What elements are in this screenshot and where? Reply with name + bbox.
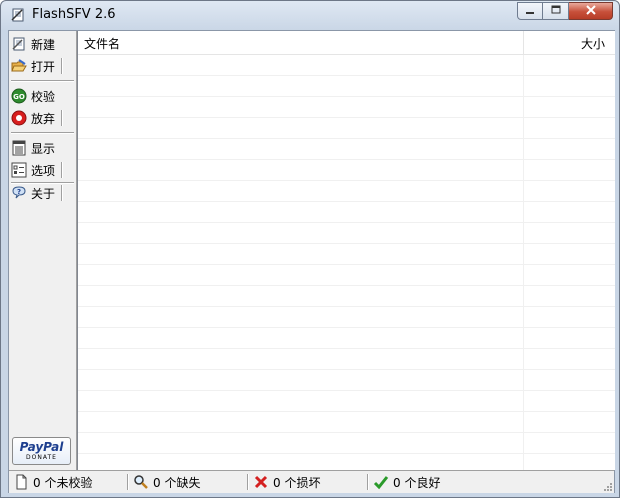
toolbar-vertical-separator bbox=[61, 185, 62, 201]
toolbar-open-button[interactable]: 打开 bbox=[11, 56, 55, 76]
options-icon bbox=[11, 162, 27, 178]
row-gridline bbox=[78, 369, 615, 370]
status-separator bbox=[127, 474, 128, 490]
toolbar-options-button[interactable]: 选项 bbox=[11, 160, 55, 180]
green-check-icon bbox=[373, 474, 389, 490]
row-gridline bbox=[78, 180, 615, 181]
status-good-text: 0 个良好 bbox=[393, 475, 441, 490]
title-bar[interactable]: FlashSFV 2.6 bbox=[1, 1, 619, 29]
toolbar-abort-label: 放弃 bbox=[31, 111, 56, 126]
maximize-icon bbox=[551, 4, 561, 18]
app-icon bbox=[10, 7, 26, 23]
toolbar-verify-button[interactable]: GO 校验 bbox=[11, 86, 55, 106]
status-missing-text: 0 个缺失 bbox=[153, 475, 201, 490]
paypal-logo: PayPal bbox=[19, 440, 64, 454]
row-gridline bbox=[78, 75, 615, 76]
toolbar-about-button[interactable]: ? 关于 bbox=[11, 183, 55, 203]
minimize-icon bbox=[525, 4, 535, 18]
row-gridline bbox=[78, 222, 615, 223]
close-icon bbox=[585, 4, 597, 18]
list-header: 文件名 大小 bbox=[78, 31, 615, 55]
toolbar-separator bbox=[11, 80, 74, 82]
column-header-size[interactable]: 大小 bbox=[581, 35, 605, 52]
caption-buttons bbox=[517, 2, 613, 20]
maximize-button[interactable] bbox=[543, 2, 569, 20]
row-gridline bbox=[78, 159, 615, 160]
toolbar-vertical-separator bbox=[61, 58, 62, 74]
list-rows bbox=[78, 55, 615, 470]
row-gridline bbox=[78, 411, 615, 412]
toolbar-separator bbox=[11, 132, 74, 134]
toolbar-show-button[interactable]: 显示 bbox=[11, 138, 55, 158]
toolbar-new-button[interactable]: 新建 bbox=[11, 34, 55, 54]
toolbar-verify-label: 校验 bbox=[31, 89, 56, 104]
status-missing: 0 个缺失 bbox=[133, 474, 200, 490]
toolbar-show-label: 显示 bbox=[31, 141, 56, 156]
column-gridline bbox=[523, 55, 524, 470]
client-area: 新建 打开 GO 校验 放弃 显示 选项 ? 关于 PayPal DONATE … bbox=[8, 30, 615, 493]
row-gridline bbox=[78, 201, 615, 202]
status-separator bbox=[367, 474, 368, 490]
close-button[interactable] bbox=[569, 2, 613, 20]
status-unverified: 0 个未校验 bbox=[13, 474, 92, 490]
row-gridline bbox=[78, 348, 615, 349]
row-gridline bbox=[78, 264, 615, 265]
toolbar-abort-button[interactable]: 放弃 bbox=[11, 108, 55, 128]
resize-grip-icon[interactable] bbox=[602, 481, 613, 492]
row-gridline bbox=[78, 390, 615, 391]
donate-label: DONATE bbox=[26, 454, 57, 461]
toolbar-vertical-separator bbox=[61, 162, 62, 178]
row-gridline bbox=[78, 453, 615, 454]
toolbar-options-label: 选项 bbox=[31, 163, 56, 178]
new-file-icon bbox=[11, 36, 27, 52]
toolbar-about-label: 关于 bbox=[31, 186, 56, 201]
status-separator bbox=[247, 474, 248, 490]
help-icon: ? bbox=[11, 185, 27, 201]
svg-text:?: ? bbox=[17, 188, 21, 196]
app-window: FlashSFV 2.6 新建 打开 GO 校验 放弃 显示 选项 ? 关于 P… bbox=[0, 0, 620, 498]
page-icon bbox=[13, 474, 29, 490]
column-divider[interactable] bbox=[523, 31, 524, 54]
svg-text:GO: GO bbox=[13, 93, 25, 101]
left-toolbar: 新建 打开 GO 校验 放弃 显示 选项 ? 关于 PayPal DONATE bbox=[9, 31, 77, 470]
row-gridline bbox=[78, 306, 615, 307]
minimize-button[interactable] bbox=[517, 2, 543, 20]
magnifier-icon bbox=[133, 474, 149, 490]
file-list[interactable]: 文件名 大小 bbox=[77, 31, 615, 470]
open-folder-icon bbox=[11, 58, 27, 74]
row-gridline bbox=[78, 285, 615, 286]
toolbar-open-label: 打开 bbox=[31, 59, 56, 74]
status-damaged: 0 个损坏 bbox=[253, 474, 320, 490]
row-gridline bbox=[78, 243, 615, 244]
status-unverified-text: 0 个未校验 bbox=[33, 475, 93, 490]
column-header-filename[interactable]: 文件名 bbox=[84, 35, 120, 52]
row-gridline bbox=[78, 138, 615, 139]
status-damaged-text: 0 个损坏 bbox=[273, 475, 321, 490]
status-good: 0 个良好 bbox=[373, 474, 440, 490]
row-gridline bbox=[78, 117, 615, 118]
window-title: FlashSFV 2.6 bbox=[32, 7, 116, 22]
stop-icon bbox=[11, 110, 27, 126]
row-gridline bbox=[78, 432, 615, 433]
row-gridline bbox=[78, 96, 615, 97]
status-bar: 0 个未校验 0 个缺失 0 个损坏 0 个良好 bbox=[9, 470, 614, 493]
red-x-icon bbox=[253, 474, 269, 490]
display-icon bbox=[11, 140, 27, 156]
toolbar-vertical-separator bbox=[61, 110, 62, 126]
row-gridline bbox=[78, 327, 615, 328]
toolbar-new-label: 新建 bbox=[31, 37, 56, 52]
paypal-donate-button[interactable]: PayPal DONATE bbox=[12, 437, 71, 465]
go-icon: GO bbox=[11, 88, 27, 104]
